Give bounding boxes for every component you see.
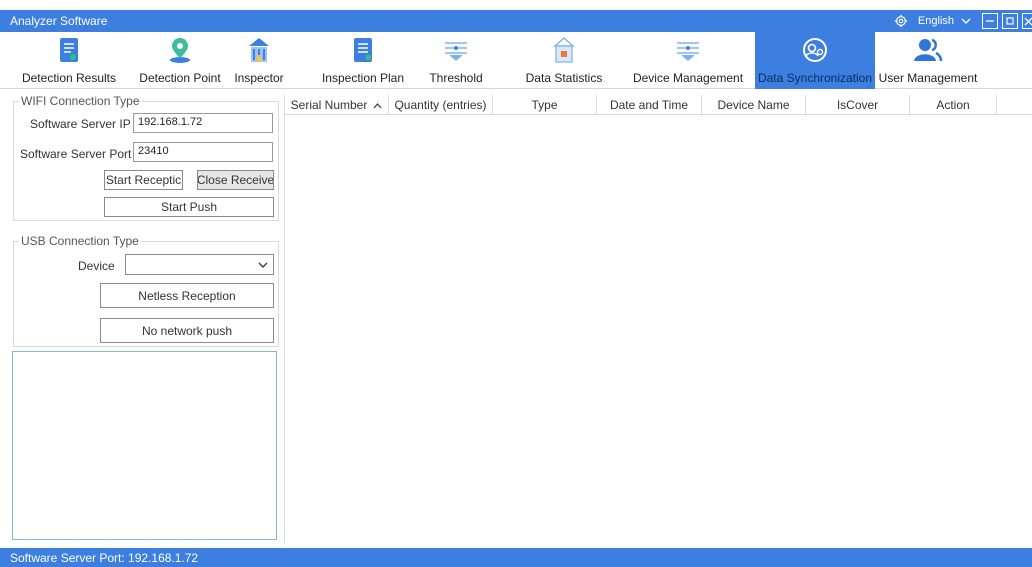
- toolbar-item-label: Detection Results: [21, 71, 117, 85]
- toolbar-item-label: Device Management: [632, 71, 744, 85]
- server-ip-label: Software Server IP: [30, 117, 131, 131]
- toolbar-item-label: Inspection Plan: [321, 71, 405, 85]
- statistics-icon: [553, 37, 575, 63]
- toolbar-item-label: User Management: [878, 71, 978, 85]
- toolbar-item-user-management[interactable]: User Management: [876, 32, 980, 89]
- minimize-button[interactable]: [982, 13, 998, 29]
- toolbar-item-data-statistics[interactable]: Data Statistics: [518, 32, 610, 89]
- no-network-push-button[interactable]: No network push: [100, 318, 274, 343]
- toolbar-item-inspector[interactable]: Inspector: [228, 32, 290, 89]
- maximize-icon: [1006, 17, 1014, 25]
- close-icon: [1024, 17, 1032, 26]
- device-icon: [677, 42, 699, 61]
- toolbar-item-data-synchronization[interactable]: Data Synchronization: [755, 32, 875, 89]
- close-button[interactable]: [1022, 13, 1032, 29]
- title-bar-controls: English: [894, 10, 1032, 32]
- chevron-down-icon: [258, 262, 268, 268]
- toolbar-item-inspection-plan[interactable]: Inspection Plan: [316, 32, 410, 89]
- data-table: Serial Number Quantity (entries) Type Da…: [284, 95, 1032, 543]
- toolbar-item-threshold[interactable]: Threshold: [420, 32, 492, 89]
- sync-icon: [803, 38, 827, 62]
- toolbar-item-detection-results[interactable]: Detection Results: [18, 32, 120, 89]
- start-push-button[interactable]: Start Push: [104, 197, 274, 217]
- column-header-serial-number[interactable]: Serial Number: [285, 95, 389, 115]
- main-toolbar: Detection Results Detection Point Inspec…: [0, 32, 1032, 89]
- column-header-iscover[interactable]: IsCover: [806, 95, 910, 115]
- language-select[interactable]: English: [918, 15, 954, 27]
- toolbar-item-label: Data Statistics: [525, 71, 603, 85]
- building-icon: [249, 38, 269, 62]
- column-header-device-name[interactable]: Device Name: [702, 95, 806, 115]
- usb-connection-legend: USB Connection Type: [19, 234, 141, 248]
- close-receive-button[interactable]: Close Receive: [197, 170, 274, 190]
- maximize-button[interactable]: [1002, 13, 1018, 29]
- column-header-date-time[interactable]: Date and Time: [597, 95, 702, 115]
- server-ip-input[interactable]: 192.168.1.72: [133, 113, 273, 133]
- netless-reception-button[interactable]: Netless Reception: [100, 283, 274, 308]
- toolbar-item-label: Threshold: [429, 71, 483, 85]
- toolbar-item-label: Inspector: [234, 71, 284, 85]
- minimize-icon: [986, 20, 994, 22]
- gear-icon[interactable]: [894, 14, 908, 28]
- column-header-type[interactable]: Type: [493, 95, 597, 115]
- toolbar-item-label: Data Synchronization: [757, 71, 873, 85]
- server-port-label: Software Server Port: [20, 147, 132, 161]
- document-icon: [60, 38, 78, 62]
- threshold-icon: [445, 42, 467, 61]
- sort-ascending-icon: [373, 102, 382, 108]
- chevron-down-icon[interactable]: [960, 15, 972, 27]
- clipboard-icon: [354, 38, 372, 62]
- app-title: Analyzer Software: [10, 14, 108, 28]
- status-bar: Software Server Port: 192.168.1.72: [0, 548, 1032, 567]
- title-bar: Analyzer Software English: [0, 10, 1032, 32]
- toolbar-item-detection-point[interactable]: Detection Point: [132, 32, 228, 89]
- toolbar-item-device-management[interactable]: Device Management: [628, 32, 748, 89]
- toolbar-item-label: Detection Point: [139, 71, 221, 85]
- start-reception-button[interactable]: Start Receptic: [104, 170, 183, 190]
- wifi-connection-legend: WIFI Connection Type: [19, 94, 142, 108]
- log-output-box[interactable]: [12, 351, 277, 540]
- status-text: Software Server Port: 192.168.1.72: [10, 551, 199, 565]
- device-select[interactable]: [125, 254, 274, 275]
- device-label: Device: [78, 259, 115, 273]
- column-header-quantity[interactable]: Quantity (entries): [389, 95, 493, 115]
- users-icon: [914, 38, 943, 62]
- column-header-action[interactable]: Action: [910, 95, 997, 115]
- server-port-input[interactable]: 23410: [133, 142, 273, 162]
- table-header: Serial Number Quantity (entries) Type Da…: [285, 95, 1032, 115]
- location-pin-icon: [170, 38, 190, 63]
